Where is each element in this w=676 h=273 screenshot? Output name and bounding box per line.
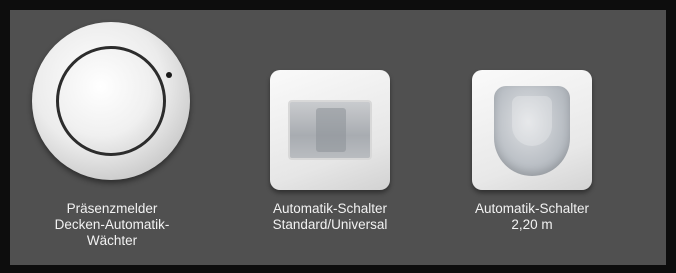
automatik-schalter-standard-image (270, 70, 390, 190)
automatik-schalter-220-image (472, 70, 592, 190)
presence-detector-caption: Präsenzmelder Decken-Automatik- Wächter (54, 201, 170, 248)
presence-detector-image (32, 22, 190, 180)
sensor-dome (494, 86, 570, 176)
sensor-window (288, 100, 372, 160)
automatik-schalter-220-caption: Automatik-Schalter 2,20 m (474, 201, 590, 232)
detector-lens (60, 50, 162, 152)
detector-led (166, 72, 172, 78)
automatik-schalter-standard-caption: Automatik-Schalter Standard/Universal (272, 201, 388, 232)
product-panel: Präsenzmelder Decken-Automatik- Wächter … (10, 10, 666, 265)
